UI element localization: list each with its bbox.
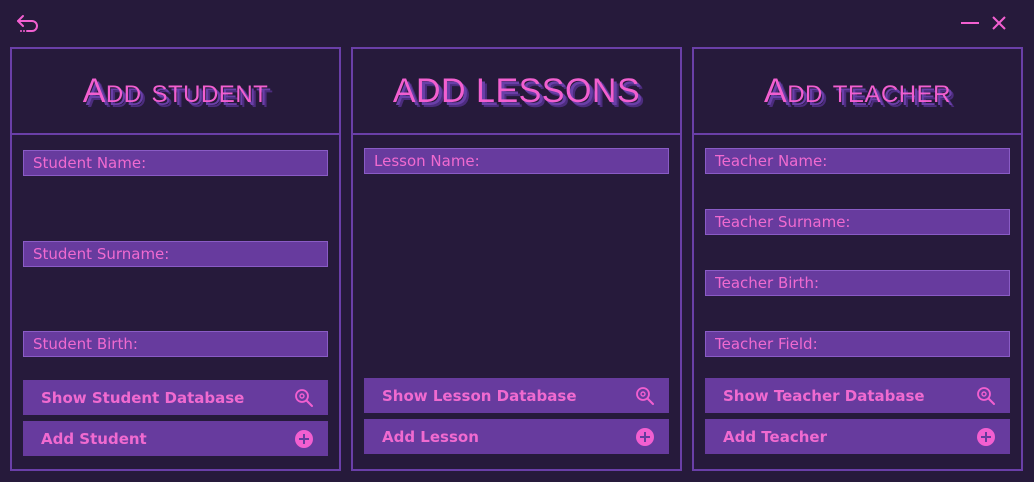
back-button[interactable] [15,12,43,36]
show-teacher-database-label: Show Teacher Database [723,386,925,405]
close-button[interactable] [988,12,1010,34]
add-lesson-button[interactable]: Add Lesson [364,419,669,454]
panel-header: ADD LESSONS [353,49,680,135]
search-zoom-icon [977,387,995,405]
title-bar [0,0,1034,46]
close-icon [992,16,1006,30]
search-zoom-icon [295,389,313,407]
add-student-label: Add Student [41,429,147,448]
panel-header: Add student [12,49,339,135]
back-arrow-icon [17,15,38,32]
show-lesson-database-label: Show Lesson Database [382,386,577,405]
show-lesson-database-button[interactable]: Show Lesson Database [364,378,669,413]
add-lesson-label: Add Lesson [382,427,479,446]
plus-circle-icon [295,430,313,448]
add-student-button[interactable]: Add Student [23,421,328,456]
add-teacher-button[interactable]: Add Teacher [705,419,1010,454]
student-name-input[interactable] [23,150,328,176]
teacher-field-input[interactable] [705,331,1010,357]
panel-header: Add teacher [694,49,1021,135]
search-zoom-icon [636,387,654,405]
add-lessons-title: ADD LESSONS [392,71,641,110]
add-teacher-label: Add Teacher [723,427,827,446]
add-teacher-panel: Add teacher Show Teacher Database Add Te… [692,47,1023,471]
show-student-database-label: Show Student Database [41,388,245,407]
lesson-name-input[interactable] [364,148,669,174]
add-lessons-panel: ADD LESSONS Show Lesson Database Add Les… [351,47,682,471]
add-student-title: Add student [82,71,269,110]
minimize-icon [961,22,979,24]
show-teacher-database-button[interactable]: Show Teacher Database [705,378,1010,413]
student-surname-input[interactable] [23,241,328,267]
teacher-surname-input[interactable] [705,209,1010,235]
teacher-name-input[interactable] [705,148,1010,174]
student-birth-input[interactable] [23,331,328,357]
add-student-panel: Add student Show Student Database Add St… [10,47,341,471]
minimize-button[interactable] [958,12,982,34]
teacher-birth-input[interactable] [705,270,1010,296]
show-student-database-button[interactable]: Show Student Database [23,380,328,415]
plus-circle-icon [636,428,654,446]
add-teacher-title: Add teacher [764,71,951,110]
plus-circle-icon [977,428,995,446]
